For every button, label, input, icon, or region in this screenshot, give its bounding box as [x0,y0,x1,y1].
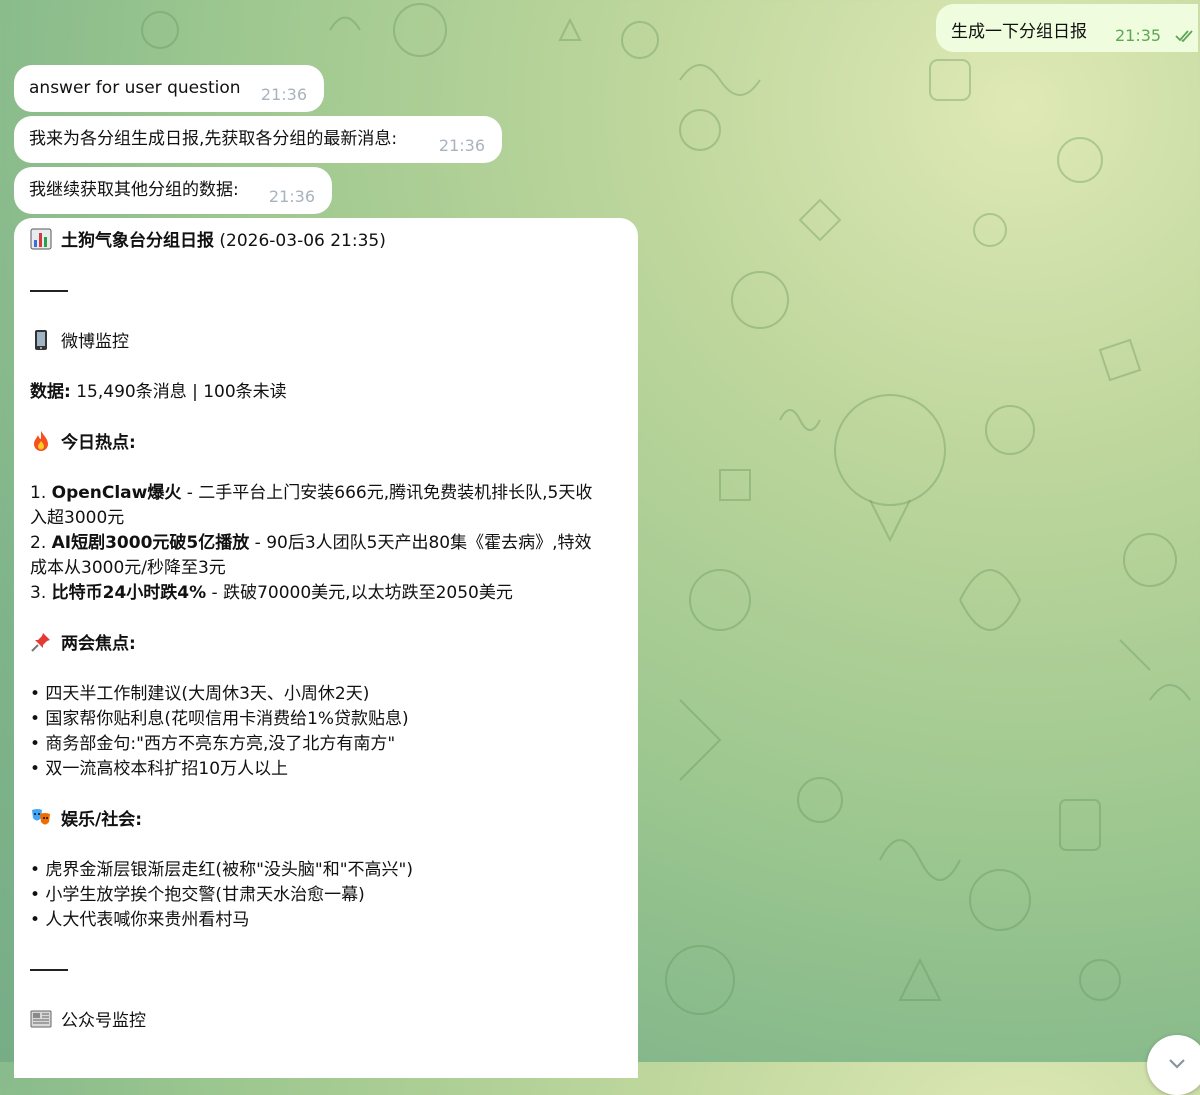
scroll-down-button[interactable] [1147,1035,1200,1095]
report-datetime: (2026-03-06 21:35) [219,231,386,251]
message-text: 生成一下分组日报 [951,22,1087,42]
hot-item: 1. OpenClaw爆火 - 二手平台上门安装666元,腾讯免费装机排长队,5… [30,481,622,531]
section-weibo-label: 微博监控 [61,332,129,352]
bar-chart-icon [30,228,52,250]
pushpin-icon [31,633,50,652]
message-text: answer for user question [29,78,241,98]
item-detail: - 跌破70000美元,以太坊跌至2050美元 [206,583,513,603]
chevron-down-icon [1169,1059,1185,1069]
list-item: • 双一流高校本科扩招10万人以上 [30,759,289,779]
hot-item: 2. AI短剧3000元破5亿播放 - 90后3人团队5天产出80集《霍去病》,… [30,531,622,581]
message-text: 我继续获取其他分组的数据: [29,180,239,200]
section-gzh: 公众号监控 [30,1008,622,1034]
item-detail-cont: 成本从3000元/秒降至3元 [30,558,226,578]
report-message[interactable]: 土狗气象台分组日报 (2026-03-06 21:35) 微博监控 数据: 15… [14,218,638,1078]
message-time: 21:36 [438,136,485,155]
newspaper-icon [30,1010,52,1028]
fire-icon [34,431,48,451]
item-detail: - 二手平台上门安装666元,腾讯免费装机排长队,5天收 [181,483,593,503]
theater-masks-icon [32,809,50,825]
list-item: • 四天半工作制建议(大周休3天、小周休2天) [30,684,370,704]
list-item: • 小学生放学挨个抱交警(甘肃天水治愈一幕) [30,885,365,905]
item-detail: - 90后3人团队5天产出80集《霍去病》,特效 [249,533,592,553]
message-text: 我来为各分组生成日报,先获取各分组的最新消息: [29,129,398,149]
report-title: 土狗气象台分组日报 [61,231,214,251]
outgoing-message[interactable]: 生成一下分组日报 21:35 [936,4,1198,52]
incoming-message[interactable]: answer for user question 21:36 [14,65,324,112]
item-headline: AI短剧3000元破5亿播放 [51,533,250,553]
hot-section-heading: 今日热点: [30,430,622,456]
mobile-phone-icon [35,330,47,350]
section-weibo: 微博监控 [30,329,622,355]
report-title-line: 土狗气象台分组日报 (2026-03-06 21:35) [30,228,622,254]
item-number: 2. [30,533,52,553]
hot-item: 3. 比特币24小时跌4% - 跌破70000美元,以太坊跌至2050美元 [30,581,622,606]
incoming-message[interactable]: 我继续获取其他分组的数据: 21:36 [14,167,332,214]
incoming-message[interactable]: 我来为各分组生成日报,先获取各分组的最新消息: 21:36 [14,116,502,163]
data-stats: 数据: 15,490条消息 | 100条未读 [30,380,622,405]
list-item: • 虎界金渐层银渐层走红(被称"没头脑"和"不高兴") [30,860,413,880]
message-time: 21:35 [1115,26,1162,45]
item-headline: OpenClaw爆火 [51,483,182,503]
message-time: 21:36 [260,85,307,104]
lianghui-title: 两会焦点: [61,634,136,654]
section-gzh-label: 公众号监控 [61,1011,146,1031]
data-label: 数据: [30,382,71,402]
lianghui-section-heading: 两会焦点: [30,631,622,657]
double-check-icon [1175,30,1193,42]
item-detail-cont: 入超3000元 [30,508,125,528]
list-item: • 人大代表喊你来贵州看村马 [30,910,250,930]
list-item: • 国家帮你贴利息(花呗信用卡消费给1%贷款贴息) [30,709,409,729]
ent-section-heading: 娱乐/社会: [30,807,622,833]
item-headline: 比特币24小时跌4% [51,583,207,603]
list-item: • 商务部金句:"西方不亮东方亮,没了北方有南方" [30,734,396,754]
item-number: 3. [30,583,52,603]
hot-title: 今日热点: [61,433,136,453]
divider [30,290,68,292]
divider [30,969,68,971]
message-time: 21:36 [268,187,315,206]
item-number: 1. [30,483,52,503]
data-value: 15,490条消息 | 100条未读 [70,382,287,402]
ent-title: 娱乐/社会: [61,810,143,830]
